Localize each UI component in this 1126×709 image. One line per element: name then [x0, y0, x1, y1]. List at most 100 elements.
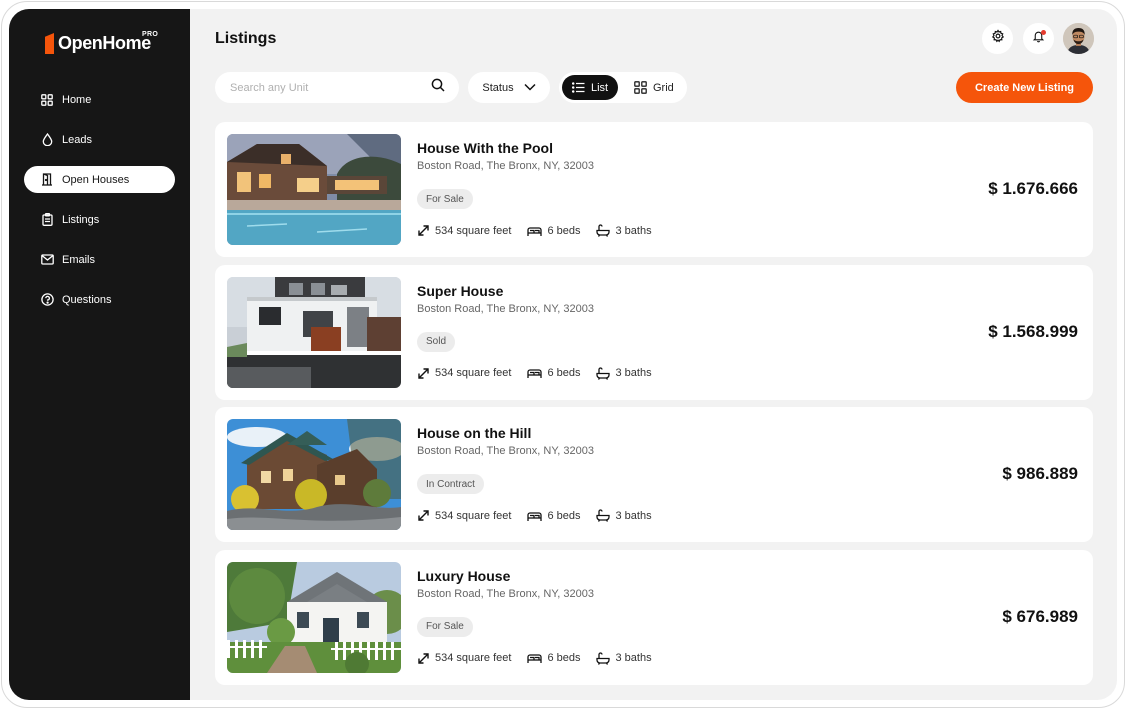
- expand-icon: [418, 367, 429, 379]
- listing-address: Boston Road, The Bronx, NY, 32003: [417, 587, 594, 600]
- listing-price: $ 676.989: [1002, 606, 1078, 626]
- sidebar-item-questions[interactable]: Questions: [24, 286, 175, 313]
- baths-feature: 3 baths: [596, 224, 652, 237]
- listing-title[interactable]: House on the Hill: [417, 425, 531, 441]
- brand-name: OpenHome: [58, 33, 151, 53]
- baths-feature: 3 baths: [596, 366, 652, 380]
- status-filter-label: Status: [482, 81, 514, 94]
- listing-card[interactable]: House With the Pool Boston Road, The Bro…: [215, 122, 1093, 257]
- chevron-down-icon: [524, 82, 536, 94]
- listing-price: $ 1.568.999: [988, 321, 1078, 341]
- listing-price: $ 986.889: [1002, 464, 1078, 483]
- sidebar-item-label: Questions: [62, 293, 112, 306]
- listing-card[interactable]: Super House Boston Road, The Bronx, NY, …: [215, 264, 1093, 400]
- gear-icon: [991, 29, 1005, 48]
- baths-feature: 3 baths: [596, 651, 652, 665]
- brand-tier: PRO: [142, 31, 159, 38]
- listing-address: Boston Road, The Bronx, NY, 32003: [417, 160, 594, 172]
- listing-baths: 3 baths: [615, 652, 652, 664]
- help-circle-icon: [40, 293, 54, 307]
- create-listing-button[interactable]: Create New Listing: [956, 72, 1093, 103]
- bed-icon: [527, 654, 543, 663]
- area-feature: 534 square feet: [417, 509, 511, 522]
- beds-feature: 6 beds: [527, 367, 580, 379]
- app-window: OpenHome PRO Home Leads Open Houses List…: [9, 9, 1117, 700]
- area-feature: 534 square feet: [417, 367, 511, 380]
- grid-icon: [40, 93, 54, 107]
- list-icon: [572, 82, 585, 93]
- listing-price: $ 1.676.666: [988, 179, 1078, 198]
- door-icon: [40, 173, 54, 187]
- sidebar: OpenHome PRO Home Leads Open Houses List…: [9, 9, 190, 700]
- listing-area: 534 square feet: [435, 652, 512, 664]
- view-list-label: List: [591, 81, 609, 94]
- sidebar-item-emails[interactable]: Emails: [24, 246, 175, 273]
- sidebar-item-leads[interactable]: Leads: [24, 126, 175, 153]
- area-feature: 534 square feet: [417, 652, 511, 665]
- bed-icon: [527, 369, 543, 378]
- notifications-button[interactable]: [1023, 23, 1054, 54]
- sidebar-item-label: Leads: [62, 133, 92, 146]
- search-input[interactable]: [230, 81, 431, 94]
- listing-features: 534 square feet 6 beds 3 baths: [417, 224, 668, 237]
- bathtub-icon: [596, 224, 611, 237]
- bathtub-icon: [596, 366, 611, 380]
- status-badge: For Sale: [417, 189, 473, 209]
- listing-area: 534 square feet: [435, 224, 512, 237]
- mail-icon: [40, 253, 54, 267]
- listings-list: House With the Pool Boston Road, The Bro…: [215, 122, 1093, 692]
- avatar[interactable]: [1063, 23, 1094, 54]
- settings-button[interactable]: [982, 23, 1013, 54]
- listing-address: Boston Road, The Bronx, NY, 32003: [417, 302, 594, 315]
- search-icon[interactable]: [431, 78, 445, 97]
- expand-icon: [418, 510, 429, 521]
- listing-features: 534 square feet 6 beds 3 baths: [417, 366, 668, 380]
- area-feature: 534 square feet: [417, 224, 511, 237]
- logo-mark-icon: [45, 33, 54, 54]
- main-content: Listings Search any Unit Status List Gri…: [190, 9, 1117, 700]
- bed-icon: [527, 511, 543, 521]
- listing-title[interactable]: Super House: [417, 283, 503, 299]
- bathtub-icon: [596, 651, 611, 665]
- listing-area: 534 square feet: [435, 509, 512, 522]
- bathtub-icon: [596, 509, 611, 522]
- status-badge: Sold: [417, 331, 456, 352]
- beds-feature: 6 beds: [527, 225, 580, 237]
- status-filter-dropdown[interactable]: Status: [468, 72, 550, 103]
- listing-photo: [227, 419, 401, 530]
- expand-icon: [418, 225, 429, 236]
- listing-features: 534 square feet 6 beds 3 baths: [417, 509, 668, 522]
- listing-card[interactable]: House on the Hill Boston Road, The Bronx…: [215, 407, 1093, 542]
- clipboard-icon: [40, 213, 54, 227]
- sidebar-item-label: Emails: [62, 253, 96, 266]
- sidebar-item-open-houses[interactable]: Open Houses: [24, 166, 175, 193]
- listing-photo: [227, 134, 401, 245]
- page-title: Listings: [215, 30, 277, 47]
- listing-area: 534 square feet: [435, 367, 512, 379]
- listing-baths: 3 baths: [615, 224, 652, 237]
- view-grid-button[interactable]: Grid: [624, 75, 684, 100]
- listing-beds: 6 beds: [547, 367, 581, 379]
- brand-logo[interactable]: OpenHome PRO: [45, 31, 158, 54]
- sidebar-item-home[interactable]: Home: [24, 86, 175, 113]
- view-toggle: List Grid: [559, 72, 687, 103]
- expand-icon: [418, 652, 429, 664]
- beds-feature: 6 beds: [527, 510, 580, 522]
- grid-icon: [634, 81, 647, 94]
- listing-title[interactable]: Luxury House: [417, 568, 510, 584]
- status-badge: For Sale: [417, 616, 473, 637]
- view-list-button[interactable]: List: [562, 75, 619, 100]
- listing-photo: [227, 561, 401, 673]
- sidebar-item-label: Home: [62, 93, 92, 106]
- beds-feature: 6 beds: [527, 652, 580, 664]
- sidebar-item-listings[interactable]: Listings: [24, 206, 175, 233]
- listing-beds: 6 beds: [547, 509, 581, 522]
- sidebar-item-label: Open Houses: [62, 173, 130, 186]
- listing-baths: 3 baths: [615, 509, 652, 522]
- status-badge: In Contract: [417, 474, 484, 494]
- listing-title[interactable]: House With the Pool: [417, 140, 553, 156]
- sidebar-nav: Home Leads Open Houses Listings Emails Q…: [24, 86, 175, 326]
- listing-features: 534 square feet 6 beds 3 baths: [417, 651, 668, 665]
- listing-card[interactable]: Luxury House Boston Road, The Bronx, NY,…: [215, 549, 1093, 685]
- listing-beds: 6 beds: [547, 652, 581, 664]
